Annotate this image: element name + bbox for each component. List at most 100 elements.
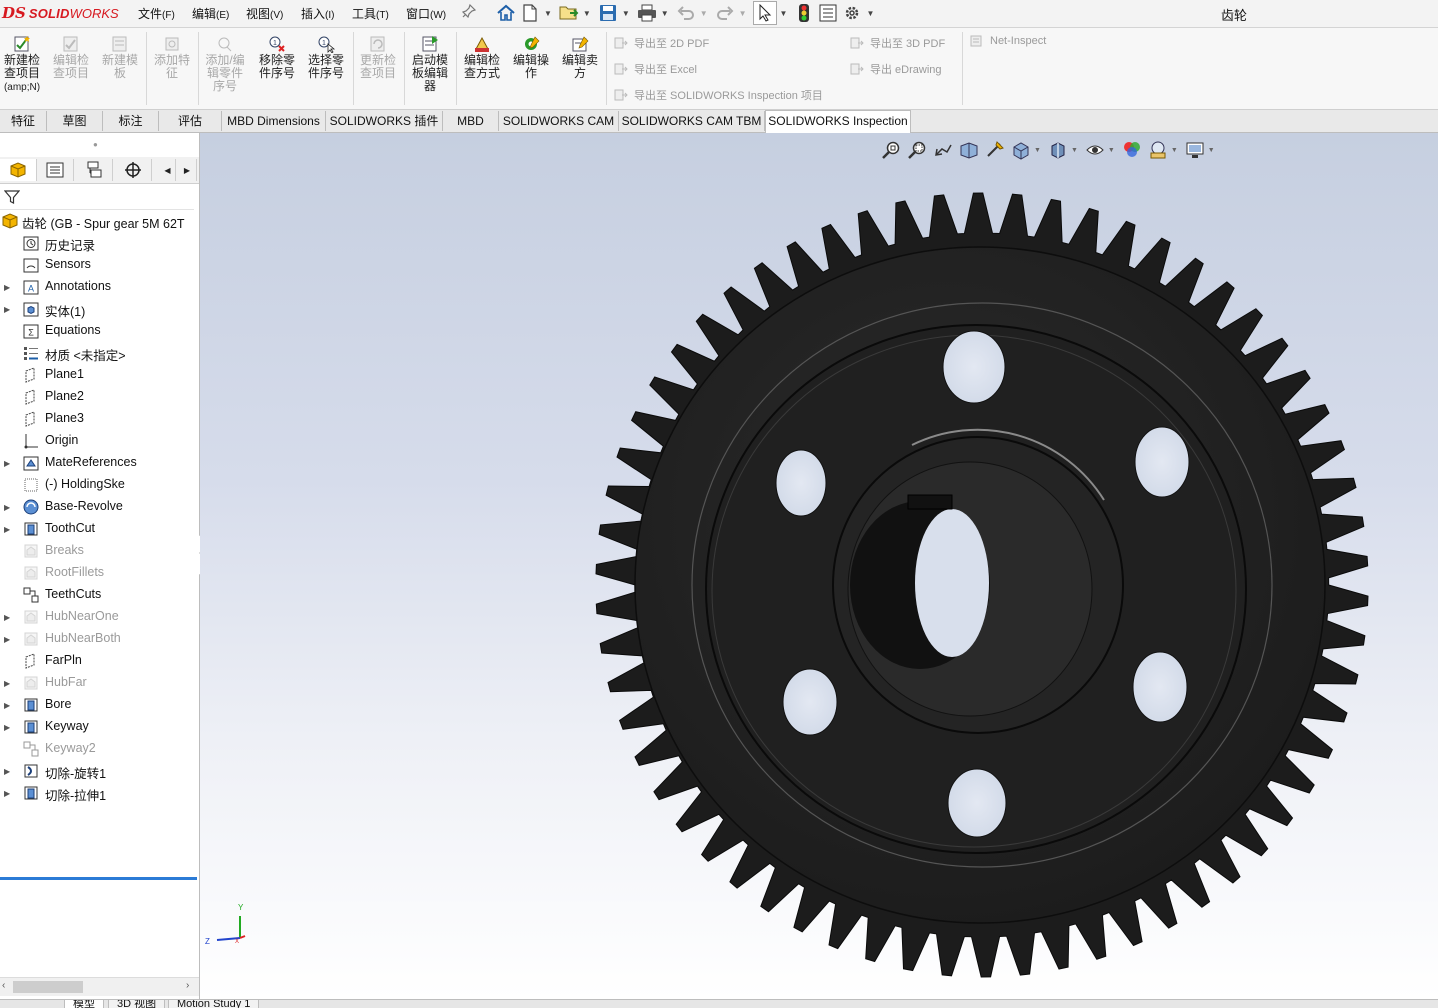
dimxpert-manager-tab-icon[interactable]	[115, 159, 152, 181]
expand-arrow-icon[interactable]: ▶	[4, 503, 10, 512]
tree-node[interactable]: ▶ 切除-旋转1	[0, 761, 199, 781]
tab-evaluate[interactable]: 评估	[159, 111, 222, 131]
tab-markup[interactable]: 标注	[103, 111, 159, 131]
expand-arrow-icon[interactable]: ▶	[4, 613, 10, 622]
update-inspection-project-button[interactable]: 更新检查项目	[356, 35, 400, 80]
hide-show-dropdown-chevron-icon[interactable]: ▼	[1108, 147, 1115, 154]
menu-view[interactable]: 视图(V)	[246, 5, 283, 22]
property-manager-tab-icon[interactable]	[37, 159, 74, 181]
horizontal-scrollbar[interactable]: ‹ ›	[0, 977, 199, 996]
tab-mbd-dimensions[interactable]: MBD Dimensions	[222, 111, 326, 131]
export-2d-pdf-button[interactable]: 导出至 2D PDF	[614, 35, 709, 51]
expand-arrow-icon[interactable]: ▶	[4, 789, 10, 798]
tree-node[interactable]: ▶ Bore	[0, 695, 199, 715]
tree-node[interactable]: ▶ ToothCut	[0, 519, 199, 539]
select-icon[interactable]	[752, 1, 777, 25]
tree-node[interactable]: ▶ HubFar	[0, 673, 199, 693]
display-style-icon[interactable]	[1047, 140, 1069, 160]
expand-arrow-icon[interactable]: ▶	[4, 525, 10, 534]
redo-icon[interactable]	[714, 2, 736, 24]
net-inspect-button[interactable]: Net-Inspect	[970, 35, 1046, 47]
home-icon[interactable]	[495, 2, 517, 24]
display-style-dropdown-chevron-icon[interactable]: ▼	[1071, 147, 1078, 154]
expand-arrow-icon[interactable]: ▶	[4, 459, 10, 468]
menu-tools[interactable]: 工具(T)	[352, 5, 389, 22]
scroll-left-icon[interactable]: ‹	[2, 980, 5, 991]
options-icon[interactable]	[841, 2, 863, 24]
tree-node[interactable]: ▶ MateReferences	[0, 453, 199, 473]
tab-sketch[interactable]: 草图	[47, 111, 103, 131]
expand-arrow-icon[interactable]: ▶	[4, 679, 10, 688]
expand-arrow-icon[interactable]: ▶	[4, 635, 10, 644]
tree-node[interactable]: ▶ Keyway	[0, 717, 199, 737]
new-document-icon[interactable]	[519, 2, 541, 24]
menu-window[interactable]: 窗口(W)	[406, 5, 446, 22]
tab-solidworks-cam[interactable]: SOLIDWORKS CAM	[499, 111, 619, 131]
new-dropdown-chevron-icon[interactable]: ▼	[544, 9, 552, 18]
rebuild-icon[interactable]	[793, 2, 815, 24]
gear-model[interactable]	[582, 185, 1382, 985]
panel-splitter-handle[interactable]: ●	[93, 140, 98, 149]
undo-icon[interactable]	[675, 2, 697, 24]
tree-node[interactable]: Sensors	[0, 255, 199, 275]
tree-node[interactable]: ▶ HubNearOne	[0, 607, 199, 627]
edit-inspection-project-button[interactable]: 编辑检查项目	[49, 35, 93, 80]
tree-node[interactable]: ▶ Base-Revolve	[0, 497, 199, 517]
expand-arrow-icon[interactable]: ▶	[4, 283, 10, 292]
print-dropdown-chevron-icon[interactable]: ▼	[661, 9, 669, 18]
edit-inspection-method-button[interactable]: 编辑检查方式	[460, 35, 504, 80]
dynamic-annotation-views-icon[interactable]	[984, 140, 1006, 160]
new-template-button[interactable]: 新建模板	[98, 35, 142, 80]
tree-node[interactable]: 历史记录	[0, 233, 199, 253]
new-inspection-project-button[interactable]: 新建检查项目 (amp;N)	[0, 35, 44, 94]
zoom-to-area-icon[interactable]	[906, 140, 928, 160]
edit-vendor-button[interactable]: 编辑卖方	[558, 35, 602, 80]
tree-node[interactable]: Plane3	[0, 409, 199, 429]
feature-manager-tab-icon[interactable]	[0, 159, 37, 181]
tree-node[interactable]: (-) HoldingSke	[0, 475, 199, 495]
apply-scene-dropdown-chevron-icon[interactable]: ▼	[1171, 147, 1178, 154]
view-orientation-icon[interactable]	[1010, 140, 1032, 160]
view-settings-dropdown-chevron-icon[interactable]: ▼	[1208, 147, 1215, 154]
undo-dropdown-chevron-icon[interactable]: ▼	[700, 9, 708, 18]
export-excel-button[interactable]: 导出至 Excel	[614, 61, 697, 77]
menu-edit[interactable]: 编辑(E)	[192, 5, 229, 22]
save-dropdown-chevron-icon[interactable]: ▼	[622, 9, 630, 18]
tree-node[interactable]: 材质 <未指定>	[0, 343, 199, 363]
rollback-bar[interactable]	[0, 877, 197, 880]
zoom-to-fit-icon[interactable]	[880, 140, 902, 160]
panel-tabs-scroll-right-icon[interactable]: ▶	[178, 159, 197, 181]
tree-node[interactable]: Plane1	[0, 365, 199, 385]
edit-operation-button[interactable]: 编辑操作	[509, 35, 553, 80]
apply-scene-icon[interactable]	[1147, 140, 1169, 160]
solidworks-logo[interactable]: DS SOLID WORKS	[2, 4, 119, 22]
expand-arrow-icon[interactable]: ▶	[4, 723, 10, 732]
configuration-manager-tab-icon[interactable]	[76, 159, 113, 181]
tree-filter-bar[interactable]	[0, 185, 194, 210]
panel-tabs-scroll-left-icon[interactable]: ◀	[160, 159, 176, 181]
view-orientation-dropdown-chevron-icon[interactable]: ▼	[1034, 147, 1041, 154]
tree-node[interactable]: Keyway2	[0, 739, 199, 759]
previous-view-icon[interactable]	[932, 140, 954, 160]
tab-solidworks-inspection[interactable]: SOLIDWORKS Inspection	[765, 110, 911, 133]
filter-icon[interactable]	[4, 189, 20, 205]
print-icon[interactable]	[636, 2, 658, 24]
menu-insert[interactable]: 插入(I)	[301, 5, 334, 22]
view-settings-icon[interactable]	[1184, 140, 1206, 160]
tree-node[interactable]: Breaks	[0, 541, 199, 561]
select-balloon-button[interactable]: 1 选择零件序号	[304, 35, 348, 80]
add-feature-button[interactable]: 添加特征	[150, 35, 194, 80]
menu-file[interactable]: 文件(F)	[138, 5, 175, 22]
tree-node[interactable]: Σ Equations	[0, 321, 199, 341]
tree-node[interactable]: RootFillets	[0, 563, 199, 583]
expand-arrow-icon[interactable]: ▶	[4, 767, 10, 776]
file-properties-icon[interactable]	[817, 2, 839, 24]
tree-node[interactable]: TeethCuts	[0, 585, 199, 605]
launch-template-editor-button[interactable]: 启动模板编辑器	[408, 35, 452, 93]
add-edit-balloon-button[interactable]: 添加/编辑零件序号	[203, 35, 247, 93]
open-dropdown-chevron-icon[interactable]: ▼	[583, 9, 591, 18]
graphics-area[interactable]: ▼ ▼ ▼ ▼ ▼ Y Z X	[200, 133, 1438, 999]
tab-solidworks-addins[interactable]: SOLIDWORKS 插件	[326, 111, 443, 131]
tree-node[interactable]: FarPln	[0, 651, 199, 671]
redo-dropdown-chevron-icon[interactable]: ▼	[739, 9, 747, 18]
